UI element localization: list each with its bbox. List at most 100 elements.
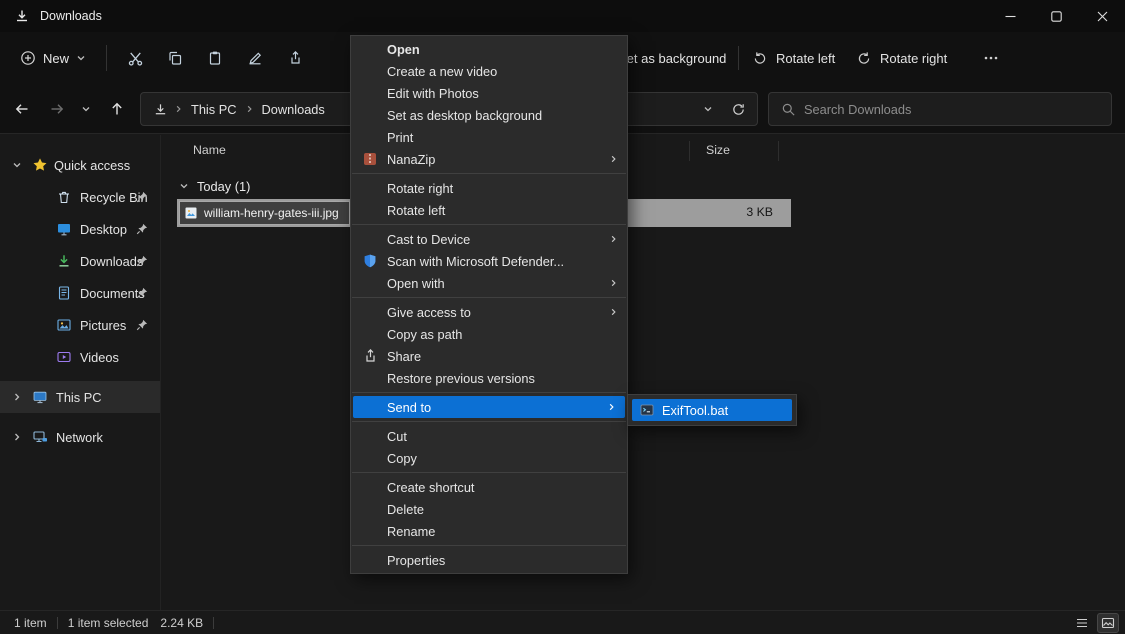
toolbar-left-group: New (0, 32, 315, 84)
menu-item-create-shortcut[interactable]: Create shortcut (351, 476, 627, 498)
menu-item-rotate-left[interactable]: Rotate left (351, 199, 627, 221)
paste-button[interactable] (195, 40, 235, 76)
menu-item-properties[interactable]: Properties (351, 549, 627, 571)
videos-icon (56, 349, 72, 365)
group-header-today[interactable]: Today (1) (161, 175, 250, 197)
pin-icon (136, 287, 148, 299)
item-count-label: 1 item (14, 616, 47, 630)
menu-separator (352, 545, 626, 546)
menu-item-open-with[interactable]: Open with (351, 272, 627, 294)
share-button[interactable] (275, 40, 315, 76)
rotate-left-button[interactable]: Rotate left (752, 42, 835, 74)
menu-label: Share (387, 349, 421, 364)
cut-icon (127, 50, 144, 67)
pin-icon (136, 223, 148, 235)
menu-item-nanazip[interactable]: NanaZip (351, 148, 627, 170)
search-icon (781, 102, 796, 117)
submenu-arrow-icon (609, 154, 618, 164)
menu-item-edit-with-photos[interactable]: Edit with Photos (351, 82, 627, 104)
group-header-label: Today (1) (197, 179, 250, 194)
sidebar-item-documents[interactable]: Documents (0, 277, 160, 309)
menu-item-delete[interactable]: Delete (351, 498, 627, 520)
column-header-size[interactable]: Size (706, 143, 730, 157)
thumbnails-view-button[interactable] (1097, 613, 1119, 633)
menu-label: Properties (387, 553, 445, 568)
address-dropdown-button[interactable] (693, 94, 723, 124)
navigation-pane: Quick access Recycle Bin Desktop Dow (0, 135, 160, 610)
copy-button[interactable] (155, 40, 195, 76)
search-box[interactable] (768, 92, 1112, 126)
context-menu: Open Create a new video Edit with Photos… (350, 35, 628, 574)
menu-separator (352, 297, 626, 298)
selection-count-label: 1 item selected (68, 616, 149, 630)
column-divider[interactable] (689, 141, 690, 161)
menu-label: Scan with Microsoft Defender... (387, 254, 564, 269)
rotate-right-icon (856, 50, 872, 66)
rename-button[interactable] (235, 40, 275, 76)
column-header-name[interactable]: Name (193, 143, 226, 157)
more-icon (982, 50, 1000, 66)
status-divider (57, 617, 58, 629)
minimize-button[interactable] (987, 0, 1033, 32)
sidebar-item-desktop[interactable]: Desktop (0, 213, 160, 245)
star-icon (32, 157, 48, 173)
breadcrumb-downloads[interactable]: Downloads (254, 102, 333, 117)
menu-label: Open (387, 42, 420, 57)
file-name-cell[interactable]: william-henry-gates-iii.jpg (179, 201, 350, 225)
breadcrumb-this-pc[interactable]: This PC (183, 102, 245, 117)
submenu-item-exiftool[interactable]: ExifTool.bat (632, 399, 792, 421)
forward-button[interactable] (41, 93, 73, 125)
file-list-pane: Name Size Today (1) william-henry-gates-… (160, 135, 1125, 610)
menu-item-scan-with-defender[interactable]: Scan with Microsoft Defender... (351, 250, 627, 272)
sidebar-item-network[interactable]: Network (0, 421, 160, 453)
menu-item-cut[interactable]: Cut (351, 425, 627, 447)
close-button[interactable] (1079, 0, 1125, 32)
back-button[interactable] (6, 93, 38, 125)
menu-item-share[interactable]: Share (351, 345, 627, 367)
menu-item-copy-as-path[interactable]: Copy as path (351, 323, 627, 345)
image-file-icon (184, 206, 198, 220)
menu-label: Cut (387, 429, 407, 444)
rotate-right-label: Rotate right (880, 51, 947, 66)
menu-label: Copy as path (387, 327, 462, 342)
column-divider[interactable] (778, 141, 779, 161)
menu-label: Send to (387, 400, 431, 415)
refresh-icon (731, 102, 746, 117)
rotate-right-button[interactable]: Rotate right (856, 42, 947, 74)
menu-item-send-to[interactable]: Send to (353, 396, 625, 418)
sidebar-quick-access[interactable]: Quick access (0, 149, 160, 181)
details-view-button[interactable] (1071, 613, 1093, 633)
cut-button[interactable] (115, 40, 155, 76)
sidebar-item-downloads[interactable]: Downloads (0, 245, 160, 277)
menu-item-rotate-right[interactable]: Rotate right (351, 177, 627, 199)
recent-chevron-icon (81, 104, 91, 114)
sidebar-item-videos[interactable]: Videos (0, 341, 160, 373)
menu-item-copy[interactable]: Copy (351, 447, 627, 469)
menu-item-give-access-to[interactable]: Give access to (351, 301, 627, 323)
menu-item-cast-to-device[interactable]: Cast to Device (351, 228, 627, 250)
pin-icon (136, 319, 148, 331)
menu-item-print[interactable]: Print (351, 126, 627, 148)
downloads-icon (56, 253, 72, 269)
new-button[interactable]: New (8, 43, 98, 73)
submenu-arrow-icon (607, 402, 616, 412)
share-icon (287, 50, 303, 66)
menu-item-create-a-new-video[interactable]: Create a new video (351, 60, 627, 82)
menu-item-open[interactable]: Open (351, 38, 627, 60)
maximize-button[interactable] (1033, 0, 1079, 32)
up-button[interactable] (101, 93, 133, 125)
sidebar-item-this-pc[interactable]: This PC (0, 381, 160, 413)
sidebar-item-label: Pictures (80, 318, 126, 333)
more-options-button[interactable] (982, 42, 1000, 74)
sidebar-item-recycle-bin[interactable]: Recycle Bin (0, 181, 160, 213)
sidebar-item-pictures[interactable]: Pictures (0, 309, 160, 341)
toolbar-divider (106, 45, 107, 71)
recent-locations-button[interactable] (74, 93, 98, 125)
menu-item-restore-previous-versions[interactable]: Restore previous versions (351, 367, 627, 389)
refresh-button[interactable] (723, 94, 753, 124)
menu-item-rename[interactable]: Rename (351, 520, 627, 542)
menu-item-set-as-desktop-background[interactable]: Set as desktop background (351, 104, 627, 126)
chevron-down-icon (179, 181, 189, 191)
search-input[interactable] (804, 102, 1074, 117)
forward-icon (49, 101, 65, 117)
